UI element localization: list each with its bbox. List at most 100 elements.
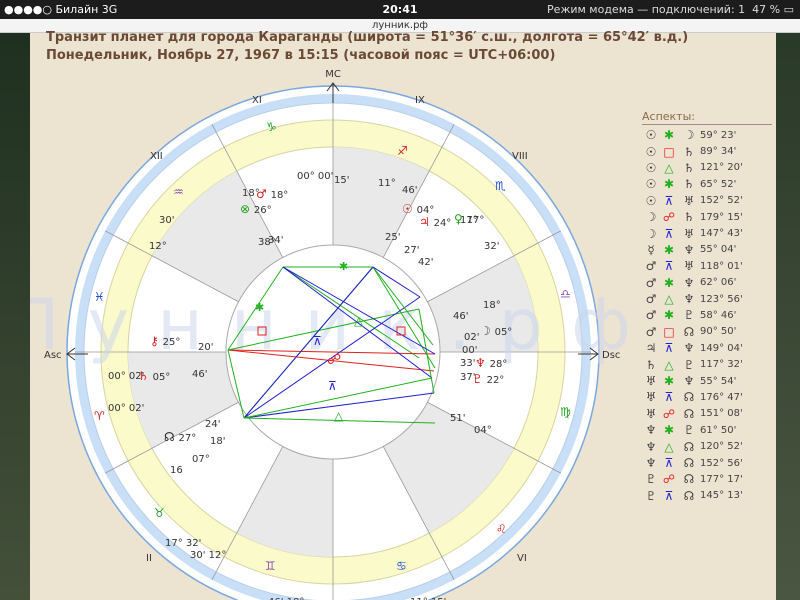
planet-degree: 04° bbox=[474, 425, 492, 436]
planet-position: ♇ 22° bbox=[472, 372, 504, 386]
pisces-icon: ♓ bbox=[94, 290, 105, 304]
planet-position: ⊗ 26° bbox=[240, 202, 272, 216]
aspect-planet1-icon: ♅ bbox=[645, 390, 657, 405]
planet-degree: 46' bbox=[453, 311, 468, 322]
capricorn-icon: ♑ bbox=[266, 120, 277, 134]
aspect-row: ♆ △ ☊ 120° 52' bbox=[642, 438, 772, 454]
planet-degree: 26° bbox=[254, 205, 272, 216]
aspect-type-icon: ☍ bbox=[662, 472, 676, 487]
quincunx-symbol: ⊼ bbox=[313, 334, 322, 348]
status-bar: ●●●●○ Билайн 3G 20:41 Режим модема — под… bbox=[0, 0, 800, 19]
aspect-type-icon: ✱ bbox=[663, 423, 675, 438]
planet-position: 51' bbox=[450, 413, 465, 424]
planet-glyph-icon: ⊗ bbox=[240, 202, 254, 216]
aspect-type-icon: ⊼ bbox=[664, 456, 674, 470]
planet-glyph-icon: ☊ bbox=[164, 430, 178, 444]
planet-position: 37' bbox=[460, 372, 475, 383]
aspect-row: ♄ △ ♇ 117° 32' bbox=[642, 356, 772, 372]
aspect-type-icon: ⊼ bbox=[664, 193, 674, 208]
cusp-degree: 30' 12° bbox=[190, 550, 226, 561]
aspect-type-icon: ⊼ bbox=[664, 488, 674, 503]
aspect-planet2-icon: ☊ bbox=[683, 439, 695, 454]
aspect-planet2-icon: ♅ bbox=[683, 259, 695, 274]
aspect-row: ☽ ⊼ ♅ 147° 43' bbox=[642, 225, 772, 241]
aspect-degree: 121° 20' bbox=[700, 162, 743, 174]
aspect-planet2-icon: ☊ bbox=[683, 324, 695, 339]
aspect-planet2-icon: ♄ bbox=[683, 160, 695, 175]
planet-position: 04° bbox=[474, 425, 492, 436]
planet-glyph-icon: ♄ bbox=[138, 369, 153, 383]
aspect-degree: 62° 06' bbox=[700, 277, 737, 289]
aspect-type-icon: △ bbox=[664, 292, 674, 307]
aspects-list: ☉ ✱ ☽ 59° 23' ☉ □ ♄ 89° 34' ☉ △ ♄ 121° 20' ☉ ✱ ♄ 65° 52… bbox=[642, 127, 772, 504]
aspect-row: ♂ ✱ ♇ 58° 46' bbox=[642, 307, 772, 323]
aspect-row: ♃ ⊼ ♆ 149° 04' bbox=[642, 340, 772, 356]
aspect-type-icon: ✱ bbox=[663, 242, 675, 257]
planet-position: ♆ 28° bbox=[475, 356, 507, 370]
aspect-row: ♅ ☍ ☊ 151° 08' bbox=[642, 406, 772, 422]
aspect-planet1-icon: ♆ bbox=[645, 439, 657, 454]
opposition-symbol: ☍ bbox=[327, 352, 341, 368]
scorpio-icon: ♏ bbox=[495, 179, 506, 193]
aspect-type-icon: ⊼ bbox=[664, 390, 674, 405]
aspect-row: ♇ ☍ ☊ 177° 17' bbox=[642, 471, 772, 487]
mc-label: MC bbox=[325, 69, 341, 80]
aspect-row: ☉ △ ♄ 121° 20' bbox=[642, 160, 772, 176]
planet-position: 07° bbox=[192, 454, 210, 465]
aspect-type-icon: □ bbox=[663, 324, 675, 339]
planet-degree: 27° bbox=[178, 433, 196, 444]
planet-degree: 42' bbox=[418, 257, 433, 268]
aspect-degree: 61° 50' bbox=[700, 424, 737, 436]
aspect-type-icon: ✱ bbox=[663, 275, 675, 290]
cusp-degree: 30' bbox=[159, 215, 174, 226]
virgo-icon: ♍ bbox=[560, 405, 571, 419]
chart-page: Транзит планет для города Караганды (шир… bbox=[30, 30, 776, 600]
aspect-planet2-icon: ☊ bbox=[683, 390, 695, 405]
aspect-planet1-icon: ☉ bbox=[645, 177, 657, 192]
page-background-right bbox=[776, 33, 800, 600]
aspect-planet1-icon: ☉ bbox=[645, 128, 657, 143]
planet-degree: 24° bbox=[434, 218, 452, 229]
hotspot-label: Режим модема — подключений: 1 bbox=[547, 3, 746, 16]
sextile-symbol: ✱ bbox=[339, 260, 348, 273]
aspect-planet1-icon: ♂ bbox=[645, 308, 657, 323]
cusp-degree: 17° 32' bbox=[165, 538, 201, 549]
aspect-degree: 65° 52' bbox=[700, 178, 737, 190]
house-number: IX bbox=[415, 95, 425, 106]
house-number: II bbox=[146, 553, 152, 564]
planet-degree: 46' bbox=[192, 369, 207, 380]
aspect-planet1-icon: ♆ bbox=[645, 423, 657, 438]
cusp-degree: 11° bbox=[378, 178, 396, 189]
planet-degree: 33' bbox=[460, 358, 475, 369]
planet-position: 46' bbox=[192, 369, 207, 380]
planet-position: 33' bbox=[460, 358, 475, 369]
aspect-planet2-icon: ♆ bbox=[683, 292, 695, 307]
planet-position: 16 bbox=[170, 465, 183, 476]
planet-glyph-icon: ♆ bbox=[475, 356, 490, 370]
aspect-planet2-icon: ♇ bbox=[683, 357, 695, 372]
planet-position: ♃ 24° bbox=[419, 215, 451, 229]
aspect-planet1-icon: ♇ bbox=[645, 472, 657, 487]
planet-position: 20' bbox=[198, 342, 213, 353]
planet-degree: 28° bbox=[490, 359, 508, 370]
aspect-degree: 179° 15' bbox=[700, 211, 743, 223]
aspect-type-icon: □ bbox=[663, 144, 675, 159]
house-number: VI bbox=[517, 553, 527, 564]
aquarius-icon: ♒ bbox=[173, 185, 184, 199]
planet-position: ♀ 17° bbox=[454, 212, 484, 226]
planet-glyph-icon: ☽ bbox=[480, 324, 495, 338]
aspect-planet2-icon: ♄ bbox=[683, 177, 695, 192]
aspect-degree: 152° 52' bbox=[700, 195, 743, 207]
aspect-type-icon: ☍ bbox=[662, 210, 676, 225]
planet-position: 42' bbox=[418, 257, 433, 268]
battery-label: 47 % bbox=[752, 3, 781, 16]
cusp-degree: 15' bbox=[334, 175, 349, 186]
planet-position: 27' bbox=[404, 245, 419, 256]
planet-position: ☉ 04° bbox=[402, 202, 434, 216]
planet-glyph-icon: ⚷ bbox=[150, 334, 163, 348]
aspect-planet2-icon: ☊ bbox=[683, 488, 695, 503]
gemini-icon: ♊ bbox=[265, 559, 276, 573]
aspect-planet1-icon: ♃ bbox=[645, 341, 657, 356]
planet-position: ☊ 27° bbox=[164, 430, 196, 444]
planet-glyph-icon: ♂ bbox=[256, 187, 271, 201]
